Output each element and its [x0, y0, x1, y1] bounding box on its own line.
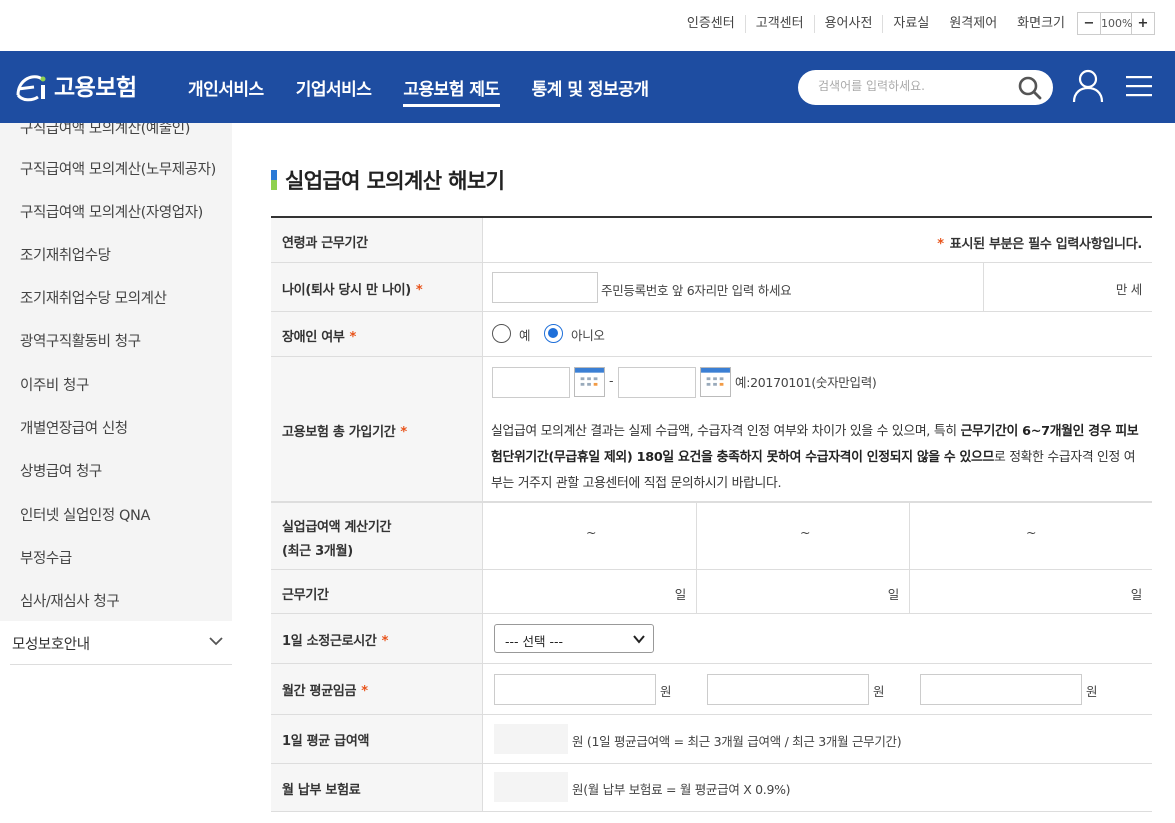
search-icon[interactable] — [1017, 75, 1043, 101]
site-logo[interactable]: 고용보험 — [12, 65, 137, 105]
main-header: 고용보험 개인서비스 기업서비스 고용보험 제도 통계 및 정보공개 — [0, 51, 1175, 123]
age-label: 나이(퇴사 당시 만 나이) * — [282, 283, 423, 298]
chevron-down-icon — [633, 635, 645, 644]
logo-text: 고용보험 — [54, 74, 137, 100]
search-input[interactable] — [818, 79, 1008, 93]
utility-bar: 인증센터 고객센터 용어사전 자료실 원격제어 화면크기 − 100% + — [0, 0, 1175, 51]
nav-insurance-system[interactable]: 고용보험 제도 — [403, 75, 500, 107]
daily-benefit-label: 1일 평균 급여액 — [282, 734, 370, 749]
hamburger-menu-icon[interactable] — [1126, 74, 1152, 98]
work-days-cell-2: 일 — [696, 570, 909, 613]
disabled-no-label: 아니오 — [571, 328, 605, 343]
daily-benefit-value — [494, 724, 568, 754]
util-link-library[interactable]: 자료실 — [882, 14, 939, 33]
util-link-remote-control[interactable]: 원격제어 — [939, 15, 1007, 33]
hours-row: 1일 소정근로시간 * --- 선택 --- — [271, 614, 1152, 664]
disabled-row: 장애인 여부 * 예 아니오 — [271, 312, 1152, 357]
age-unit: 만 세 — [1115, 282, 1142, 297]
utility-links: 인증센터 고객센터 용어사전 자료실 원격제어 화면크기 − 100% + — [677, 12, 1155, 35]
insurance-period-row: 고용보험 총 가입기간 * - 예:20170101(숫자만입력) 실업급여 모의… — [271, 357, 1152, 503]
sidebar-item-artist-calc[interactable]: 구직급여액 모의계산(예술인) — [20, 123, 190, 138]
daily-benefit-row: 1일 평균 급여액 원 (1일 평균급여액 = 최근 3개월 급여액 / 최근 … — [271, 715, 1152, 764]
wage-input-3[interactable] — [920, 674, 1082, 705]
zoom-out-button[interactable]: − — [1078, 13, 1100, 34]
wage-row: 월간 평균임금 * 원 원 원 — [271, 664, 1152, 715]
calc-period-sublabel: (최근 3개월) — [282, 544, 353, 559]
premium-row: 월 납부 보험료 원(월 납부 보험료 = 월 평균급여 X 0.9%) — [271, 764, 1152, 812]
period-start-input[interactable] — [492, 367, 570, 398]
age-hint: 주민등록번호 앞 6자리만 입력 하세요 — [601, 283, 792, 298]
sidebar-item-review-request[interactable]: 심사/재심사 청구 — [20, 590, 120, 611]
nav-statistics[interactable]: 통계 및 정보공개 — [532, 75, 649, 107]
sidebar-item-job-search-expense[interactable]: 광역구직활동비 청구 — [20, 330, 141, 351]
required-notice: * 표시된 부분은 필수 입력사항입니다. — [937, 237, 1142, 252]
period-warning: 실업급여 모의계산 결과는 실제 수급액, 수급자격 인정 여부와 차이가 있을… — [491, 424, 1139, 491]
global-nav: 개인서비스 기업서비스 고용보험 제도 통계 및 정보공개 — [188, 75, 681, 107]
wage-label: 월간 평균임금 * — [282, 684, 368, 699]
daily-benefit-formula: 원 (1일 평균급여액 = 최근 3개월 급여액 / 최근 3개월 근무기간) — [572, 734, 902, 749]
util-link-auth-center[interactable]: 인증센터 — [677, 15, 745, 33]
title-accent — [271, 170, 277, 190]
sidebar-item-fraud[interactable]: 부정수급 — [20, 547, 72, 568]
disabled-label: 장애인 여부 * — [282, 330, 357, 345]
period-example: 예:20170101(숫자만입력) — [735, 375, 877, 390]
age-input[interactable] — [492, 272, 598, 303]
sidebar-item-labor-provider-calc[interactable]: 구직급여액 모의계산(노무제공자) — [20, 158, 216, 179]
calendar-icon[interactable] — [700, 367, 731, 397]
premium-formula: 원(월 납부 보험료 = 월 평균급여 X 0.9%) — [572, 782, 791, 797]
work-days-cell-3: 일 — [909, 570, 1152, 613]
sidebar-item-sickness-benefit[interactable]: 상병급여 청구 — [20, 460, 102, 481]
age-unit-cell: 만 세 — [983, 263, 1152, 311]
work-days-row: 근무기간 일 일 일 — [271, 570, 1152, 614]
chevron-down-icon — [209, 637, 223, 646]
sidebar-item-early-reemployment-calc[interactable]: 조기재취업수당 모의계산 — [20, 287, 167, 308]
sidebar-item-online-qna[interactable]: 인터넷 실업인정 QNA — [20, 504, 150, 525]
calc-period-row: 실업급여액 계산기간 (최근 3개월) ~ ~ ~ — [271, 503, 1152, 570]
sidebar-group-maternity[interactable]: 모성보호안내 — [10, 621, 232, 665]
disabled-yes-radio[interactable] — [492, 324, 511, 343]
nav-company-service[interactable]: 기업서비스 — [296, 75, 372, 107]
logo-mark-icon — [16, 75, 46, 102]
calc-period-cell-3: ~ — [909, 503, 1152, 569]
zoom-in-button[interactable]: + — [1132, 13, 1154, 34]
sidebar-item-extended-benefit[interactable]: 개별연장급여 신청 — [20, 417, 128, 438]
premium-value — [494, 772, 568, 802]
section-label: 연령과 근무기간 — [282, 236, 368, 251]
age-row: 나이(퇴사 당시 만 나이) * 주민등록번호 앞 6자리만 입력 하세요 만 세 — [271, 263, 1152, 312]
period-label: 고용보험 총 가입기간 * — [282, 425, 407, 440]
user-icon[interactable] — [1071, 68, 1105, 104]
form-section-row: 연령과 근무기간 * 표시된 부분은 필수 입력사항입니다. — [271, 218, 1152, 263]
util-link-glossary[interactable]: 용어사전 — [813, 14, 883, 33]
hours-select[interactable]: --- 선택 --- — [494, 624, 654, 653]
calendar-icon[interactable] — [574, 367, 605, 397]
wage-input-2[interactable] — [707, 674, 869, 705]
calc-period-cell-1: ~ — [586, 525, 597, 540]
period-separator: - — [609, 373, 614, 388]
calc-period-cell-2: ~ — [696, 503, 909, 569]
hours-label: 1일 소정근로시간 * — [282, 634, 389, 649]
wage-input-1[interactable] — [494, 674, 656, 705]
zoom-control: − 100% + — [1077, 12, 1155, 35]
search-box — [798, 70, 1053, 105]
sidebar-item-early-reemployment[interactable]: 조기재취업수당 — [20, 244, 111, 265]
sidebar-item-self-employed-calc[interactable]: 구직급여액 모의계산(자영업자) — [20, 201, 203, 222]
util-link-customer-center[interactable]: 고객센터 — [744, 14, 814, 33]
page-title-wrap: 실업급여 모의계산 해보기 — [271, 165, 505, 195]
period-end-input[interactable] — [618, 367, 696, 398]
work-days-label: 근무기간 — [282, 588, 329, 603]
nav-personal-service[interactable]: 개인서비스 — [188, 75, 264, 107]
sidebar-item-relocation-expense[interactable]: 이주비 청구 — [20, 374, 89, 395]
disabled-no-radio[interactable] — [544, 324, 563, 343]
calc-period-label: 실업급여액 계산기간 — [282, 520, 392, 535]
page-title: 실업급여 모의계산 해보기 — [285, 169, 505, 193]
sidebar-submenu: 구직급여액 모의계산(예술인) 구직급여액 모의계산(노무제공자) 구직급여액 … — [0, 123, 232, 621]
disabled-yes-label: 예 — [519, 328, 531, 343]
sidebar-group-label: 모성보호안내 — [12, 637, 90, 653]
premium-label: 월 납부 보험료 — [282, 783, 361, 798]
zoom-label: 화면크기 — [1017, 15, 1065, 31]
work-days-cell-1: 일 — [674, 587, 687, 602]
zoom-value: 100% — [1100, 13, 1132, 34]
calc-form: 연령과 근무기간 * 표시된 부분은 필수 입력사항입니다. 나이(퇴사 당시 만… — [271, 216, 1152, 812]
